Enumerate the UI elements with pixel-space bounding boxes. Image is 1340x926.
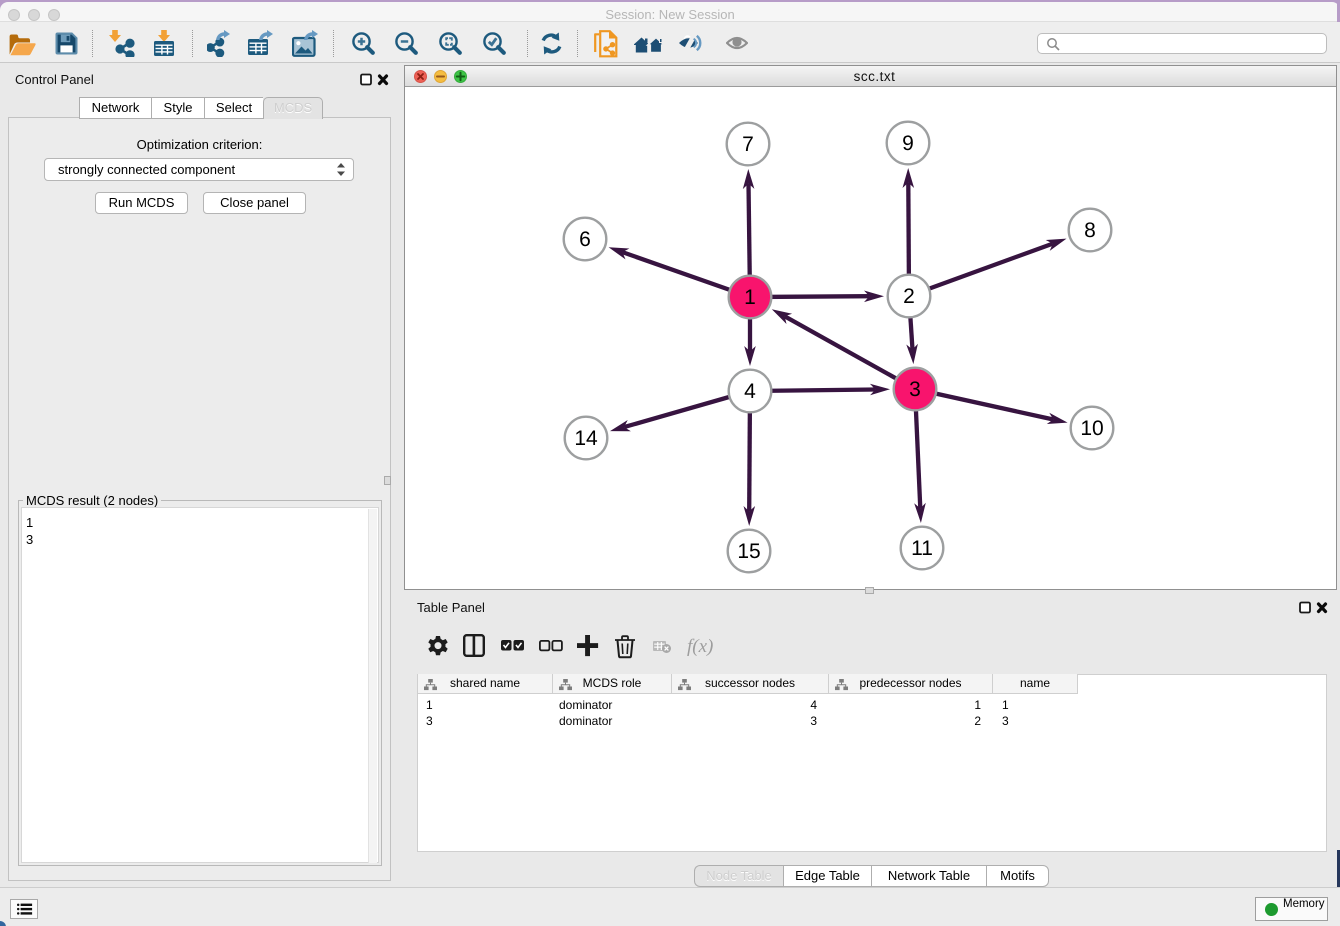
svg-text:7: 7 [742, 133, 754, 156]
svg-text:9: 9 [902, 132, 914, 155]
svg-text:2: 2 [903, 285, 915, 308]
svg-text:15: 15 [737, 540, 760, 563]
svg-text:8: 8 [1084, 219, 1096, 242]
svg-text:10: 10 [1080, 417, 1103, 440]
svg-text:11: 11 [911, 537, 933, 560]
svg-text:14: 14 [574, 427, 598, 450]
svg-text:f(x): f(x) [687, 636, 713, 657]
svg-text:1: 1 [744, 286, 756, 309]
svg-text:4: 4 [744, 380, 756, 403]
svg-text:3: 3 [909, 378, 921, 401]
svg-text:6: 6 [579, 228, 591, 251]
